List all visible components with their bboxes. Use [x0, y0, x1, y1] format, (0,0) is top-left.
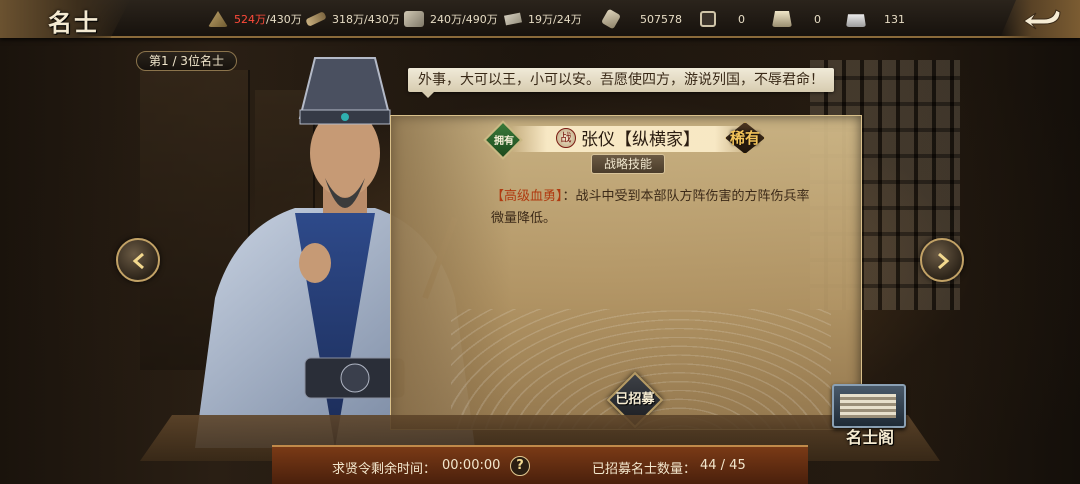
scholar-name: 张仪【纵横家】	[581, 130, 700, 150]
resource-value: 318万	[332, 13, 364, 26]
resource-grain[interactable]: 524万/430万	[208, 9, 302, 29]
scholar-info-panel: 拥有 战 张仪【纵横家】 稀有 战略技能 【高级血勇】：战斗中受到本部队方阵伤害…	[390, 115, 862, 430]
resource-value: 524万	[234, 13, 266, 26]
timer-value: 00:00:00	[442, 458, 501, 473]
help-button[interactable]: ?	[510, 456, 530, 476]
battle-tag: 战	[556, 128, 576, 148]
resource-value: 0	[738, 12, 745, 26]
chevron-left-icon	[132, 252, 144, 270]
skill-description: 【高级血勇】：战斗中受到本部队方阵伤害的方阵伤兵率微量降低。	[491, 186, 811, 230]
stone-icon	[404, 11, 424, 27]
resource-copper[interactable]: 0	[700, 9, 745, 29]
wood-icon	[305, 11, 327, 27]
resource-value: 240万	[430, 13, 462, 26]
next-scholar-button[interactable]	[920, 238, 964, 282]
recruited-count-label: 已招募名士数量：	[592, 462, 697, 477]
resource-gold[interactable]: 0	[772, 9, 821, 29]
recruit-footer: 求贤令剩余时间： 00:00:00 ? 已招募名士数量： 44 / 45	[272, 445, 808, 484]
resource-cap: /490万	[462, 13, 498, 26]
recruited-count-value: 44 / 45	[700, 458, 746, 473]
resource-iron[interactable]: 19万/24万	[502, 9, 582, 29]
pavilion-label: 名士阁	[845, 428, 894, 447]
resource-value: 0	[814, 12, 821, 26]
name-banner: 拥有 战 张仪【纵横家】 稀有	[391, 120, 863, 160]
decree-icon	[600, 8, 622, 30]
skill-tab[interactable]: 战略技能	[591, 154, 665, 174]
resource-cap: /430万	[266, 13, 302, 26]
resource-decree[interactable]: 507578	[600, 8, 682, 30]
grain-icon	[208, 11, 228, 27]
resource-cap: /24万	[553, 13, 582, 26]
silver-ingot-icon	[846, 14, 866, 27]
rarity-label: 稀有	[729, 129, 760, 147]
resource-value: 507578	[640, 12, 682, 26]
owned-label: 拥有	[494, 136, 514, 147]
return-arrow-icon	[1023, 9, 1061, 30]
chevron-right-icon	[938, 252, 950, 270]
scholar-quote: 外事，大可以王，小可以安。吾愿使四方，游说列国，不辱君命！	[408, 68, 834, 98]
resource-bar: 名士 524万/430万 318万/430万 240万/490万 19万/24万…	[0, 0, 1080, 38]
page-title: 名士	[48, 8, 100, 37]
resource-silver[interactable]: 131	[846, 9, 905, 29]
resource-value: 19万	[528, 13, 553, 26]
prev-scholar-button[interactable]	[116, 238, 160, 282]
recruited-label: 已招募	[615, 392, 655, 407]
resource-value: 131	[884, 12, 905, 26]
copper-coin-icon	[700, 11, 716, 27]
iron-icon	[504, 12, 522, 26]
resource-wood[interactable]: 318万/430万	[305, 9, 400, 29]
gold-ingot-icon	[772, 11, 792, 27]
skill-name: 【高级血勇】	[491, 189, 563, 204]
timer-label: 求贤令剩余时间：	[332, 462, 437, 477]
resource-cap: /430万	[364, 13, 400, 26]
book-stack-icon	[832, 384, 906, 428]
scholar-pavilion-button[interactable]: 名士阁	[828, 384, 908, 448]
back-button[interactable]	[1000, 0, 1080, 38]
resource-stone[interactable]: 240万/490万	[404, 9, 498, 29]
